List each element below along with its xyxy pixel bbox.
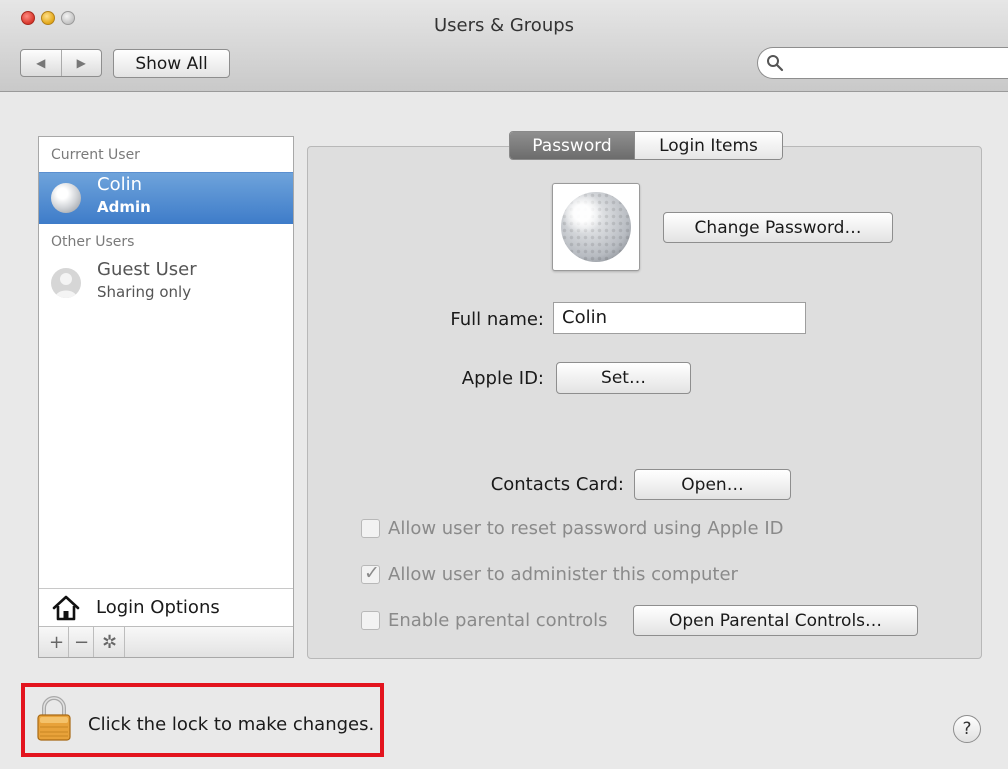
allow-reset-label: Allow user to reset password using Apple… [388,518,784,539]
set-apple-id-button[interactable]: Set… [556,362,691,394]
full-name-label: Full name: [450,309,544,330]
search-input[interactable] [757,47,1008,79]
apple-id-label: Apple ID: [461,368,544,389]
tab-login-items[interactable]: Login Items [634,132,782,159]
login-options-label: Login Options [96,597,220,618]
users-groups-window: Users & Groups ◀ ▶ Show All Current User… [0,0,1008,769]
golf-ball-avatar-icon [561,192,631,262]
sidebar-action-bar: + − ✲ [39,626,293,657]
back-arrow-icon: ◀ [36,56,46,70]
checkmark-icon: ✓ [364,562,380,584]
full-name-field[interactable]: Colin [553,302,806,334]
allow-admin-checkbox[interactable]: ✓ [361,562,380,584]
users-sidebar: Current User Colin Admin Other Users Gue… [38,136,294,658]
parental-controls-row: Enable parental controls [361,610,608,631]
change-password-button[interactable]: Change Password… [663,212,893,243]
tab-bar: Password Login Items [509,131,783,160]
user-row-colin[interactable]: Colin Admin [39,172,293,224]
user-name: Guest User [97,259,197,280]
forward-arrow-icon: ▶ [76,56,86,70]
lock-icon[interactable] [36,696,72,742]
allow-reset-row: Allow user to reset password using Apple… [361,518,784,539]
user-row-guest[interactable]: Guest User Sharing only [39,258,293,310]
plus-icon: + [48,631,65,653]
allow-admin-label: Allow user to administer this computer [388,564,738,585]
help-icon: ? [962,719,972,739]
window-title: Users & Groups [433,15,575,36]
golf-ball-avatar-icon [51,183,81,213]
parental-controls-label: Enable parental controls [388,610,608,631]
current-user-header: Current User [51,147,140,163]
forward-button[interactable]: ▶ [60,50,102,76]
open-parental-controls-button[interactable]: Open Parental Controls… [633,605,918,636]
open-contacts-card-button[interactable]: Open… [634,469,791,500]
action-menu-button[interactable]: ✲ [95,627,125,657]
back-forward-control: ◀ ▶ [20,49,102,77]
guest-user-avatar-icon [51,268,81,298]
user-role: Admin [97,198,151,216]
house-icon [52,595,80,621]
gear-icon: ✲ [101,631,118,653]
tab-password[interactable]: Password [510,132,634,159]
user-name: Colin [97,174,142,195]
allow-admin-row: ✓ Allow user to administer this computer [361,562,738,585]
allow-reset-checkbox[interactable] [361,519,380,538]
remove-user-button[interactable]: − [70,627,94,657]
user-role: Sharing only [97,283,192,301]
search-icon [767,55,784,72]
parental-controls-checkbox[interactable] [361,611,380,630]
back-button[interactable]: ◀ [21,50,61,76]
lock-message: Click the lock to make changes. [88,714,375,735]
add-user-button[interactable]: + [45,627,69,657]
minus-icon: − [73,631,90,653]
other-users-header: Other Users [51,234,135,250]
show-all-button[interactable]: Show All [113,49,230,78]
help-button[interactable]: ? [953,715,981,743]
user-picture-well[interactable] [552,183,640,271]
contacts-card-label: Contacts Card: [490,474,624,495]
toolbar: Users & Groups ◀ ▶ Show All [0,0,1008,92]
login-options-item[interactable]: Login Options [39,588,293,626]
